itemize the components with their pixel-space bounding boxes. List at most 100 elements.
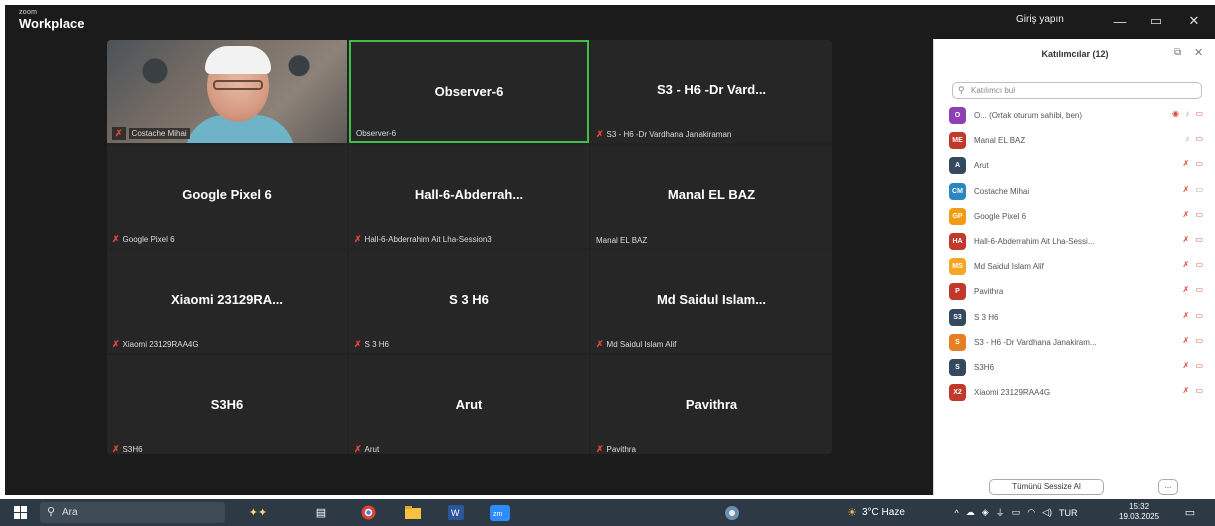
participant-row[interactable]: X2 Xiaomi 23129RAA4G ✗ ▭: [949, 380, 1209, 405]
participant-row[interactable]: ME Manal EL BAZ ♪ ▭: [949, 128, 1209, 153]
task-view-icon[interactable]: ▤: [312, 503, 330, 522]
tile-label-text: Md Saidul Islam Alif: [606, 340, 677, 349]
wifi-icon[interactable]: ◠: [1027, 507, 1035, 518]
video-tile[interactable]: Observer-6 Observer-6: [349, 40, 589, 143]
participant-name: Pavithra: [974, 287, 1004, 297]
onedrive-icon[interactable]: ☁: [966, 507, 975, 518]
participant-row[interactable]: MS Md Saidul Islam Alif ✗ ▭: [949, 254, 1209, 279]
avatar: A: [949, 157, 966, 175]
chrome-icon[interactable]: [358, 503, 378, 522]
search-placeholder: Katılımcı bul: [971, 86, 1016, 95]
participant-status-icons[interactable]: ✗ ▭: [1183, 386, 1206, 395]
participant-status-icons[interactable]: ✗ ▭: [1183, 210, 1206, 219]
mute-all-button[interactable]: Tümünü Sessize Al: [989, 479, 1104, 495]
participant-name: S 3 H6: [974, 312, 999, 322]
maximize-icon[interactable]: ▭: [1143, 10, 1169, 32]
popout-icon[interactable]: ⧉: [1174, 47, 1181, 58]
tile-label: ✗ Google Pixel 6: [112, 234, 175, 245]
participant-status-icons[interactable]: ♪ ▭: [1185, 134, 1205, 143]
participant-row[interactable]: P Pavithra ✗ ▭: [949, 279, 1209, 304]
word-icon[interactable]: W: [445, 503, 467, 522]
participant-row[interactable]: S3 S 3 H6 ✗ ▭: [949, 305, 1209, 330]
video-tile[interactable]: Google Pixel 6 ✗ Google Pixel 6: [107, 145, 347, 248]
tile-label-text: Xiaomi 23129RAA4G: [122, 340, 199, 349]
close-icon[interactable]: ✕: [1181, 10, 1207, 32]
participant-name: Costache Mihai: [974, 186, 1030, 196]
participant-row[interactable]: O O... (Ortak oturum sahibi, ben) ◉ ♪ ▭: [949, 103, 1209, 128]
participant-list: O O... (Ortak oturum sahibi, ben) ◉ ♪ ▭ ME M…: [949, 103, 1209, 405]
windows-start-icon[interactable]: [10, 503, 30, 522]
language-indicator[interactable]: TUR: [1059, 508, 1078, 518]
mic-muted-icon: ✗: [1182, 386, 1192, 396]
mic-muted-icon: ✗: [1182, 209, 1192, 219]
participant-status-icons[interactable]: ✗ ▭: [1183, 361, 1206, 370]
zoom-app-icon[interactable]: zm: [488, 503, 512, 522]
video-tile[interactable]: S 3 H6 ✗ S 3 H6: [349, 250, 589, 353]
tile-label-text: Hall-6-Abderrahim Ait Lha-Session3: [364, 235, 492, 244]
tile-display-name: Google Pixel 6: [182, 187, 272, 202]
weather-widget[interactable]: ☀ 3°C Haze: [832, 503, 920, 522]
tile-label: ✗ S 3 H6: [354, 339, 389, 350]
participant-row[interactable]: S S3H6 ✗ ▭: [949, 355, 1209, 380]
avatar: MS: [949, 258, 966, 276]
participant-status-icons[interactable]: ✗ ▭: [1183, 311, 1206, 320]
video-tile[interactable]: Hall-6-Abderrah... ✗ Hall-6-Abderrahim Ait…: [349, 145, 589, 248]
mic-muted-icon: ✗: [1182, 184, 1192, 194]
video-tile[interactable]: ✗ Costache Mihai: [107, 40, 347, 143]
participant-status-icons[interactable]: ✗ ▭: [1183, 185, 1206, 194]
participant-name: Manal EL BAZ: [974, 136, 1026, 146]
taskbar-search[interactable]: ⚲ Ara: [40, 502, 225, 523]
copilot-icon[interactable]: ✦✦: [238, 503, 278, 522]
participant-status-icons[interactable]: ✗ ▭: [1183, 235, 1206, 244]
video-tile[interactable]: Pavithra ✗ Pavithra: [591, 355, 832, 454]
video-off-icon: ▭: [1195, 335, 1205, 345]
notification-icon[interactable]: ▭: [1180, 503, 1200, 522]
monitor-icon[interactable]: ▭: [1012, 507, 1021, 518]
tile-display-name: Pavithra: [685, 397, 738, 412]
chevron-up-icon[interactable]: ^: [955, 508, 959, 518]
tray-app-icon[interactable]: ◈: [982, 507, 989, 518]
system-tray[interactable]: ^ ☁ ◈ ⏚ ▭ ◠ ◁) TUR: [936, 503, 1096, 522]
zoom-logo: zoom Workplace: [19, 9, 85, 30]
participant-row[interactable]: HA Hall-6-Abderrahim Ait Lha-Sessi... ✗ ▭: [949, 229, 1209, 254]
panel-close-icon[interactable]: ✕: [1194, 46, 1203, 59]
participant-status-icons[interactable]: ✗ ▭: [1183, 260, 1206, 269]
avatar: ME: [949, 132, 966, 150]
tile-label-text: S3H6: [122, 445, 143, 454]
video-tile[interactable]: Arut ✗ Arut: [349, 355, 589, 454]
minimize-icon[interactable]: —: [1107, 10, 1133, 32]
participant-status-icons[interactable]: ◉ ♪ ▭: [1172, 109, 1205, 118]
more-options-button[interactable]: ...: [1158, 479, 1178, 495]
mic-muted-icon: ✗: [112, 234, 120, 244]
app-globe-icon[interactable]: [722, 503, 742, 522]
avatar: S: [949, 358, 966, 376]
file-explorer-icon[interactable]: [403, 503, 423, 522]
mic-muted-icon: ✗: [354, 234, 362, 244]
volume-icon[interactable]: ◁): [1042, 507, 1052, 518]
mic-muted-icon: ✗: [1182, 360, 1192, 370]
tile-display-name: Manal EL BAZ: [667, 187, 756, 202]
sign-in-link[interactable]: Giriş yapın: [1016, 14, 1064, 25]
video-tile[interactable]: Md Saidul Islam... ✗ Md Saidul Islam Alif: [591, 250, 832, 353]
participant-row[interactable]: A Arut ✗ ▭: [949, 153, 1209, 178]
participant-row[interactable]: GP Google Pixel 6 ✗ ▭: [949, 204, 1209, 229]
video-tile[interactable]: Manal EL BAZ Manal EL BAZ: [591, 145, 832, 248]
video-tile[interactable]: S3H6 ✗ S3H6: [107, 355, 347, 454]
video-tile[interactable]: S3 - H6 -Dr Vard... ✗ S3 - H6 -Dr Vardhana…: [591, 40, 832, 143]
avatar: O: [949, 107, 966, 125]
participant-status-icons[interactable]: ✗ ▭: [1183, 285, 1206, 294]
mic-muted-icon: ✗: [354, 339, 362, 349]
video-tile[interactable]: Xiaomi 23129RA... ✗ Xiaomi 23129RAA4G: [107, 250, 347, 353]
usb-icon[interactable]: ⏚: [996, 506, 1005, 519]
clock[interactable]: 15:32 19.03.2025: [1119, 502, 1159, 522]
participant-row[interactable]: S S3 - H6 -Dr Vardhana Janakiram... ✗ ▭: [949, 330, 1209, 355]
tile-label-text: Costache Mihai: [128, 128, 190, 139]
svg-text:zm: zm: [493, 511, 503, 518]
participant-search-input[interactable]: ⚲ Katılımcı bul: [952, 82, 1202, 99]
tile-label: ✗ Costache Mihai: [112, 127, 190, 140]
participant-status-icons[interactable]: ✗ ▭: [1183, 336, 1206, 345]
avatar: P: [949, 283, 966, 301]
tile-label: ✗ Xiaomi 23129RAA4G: [112, 339, 199, 350]
participant-row[interactable]: CM Costache Mihai ✗ ▭: [949, 179, 1209, 204]
participant-status-icons[interactable]: ✗ ▭: [1183, 159, 1206, 168]
